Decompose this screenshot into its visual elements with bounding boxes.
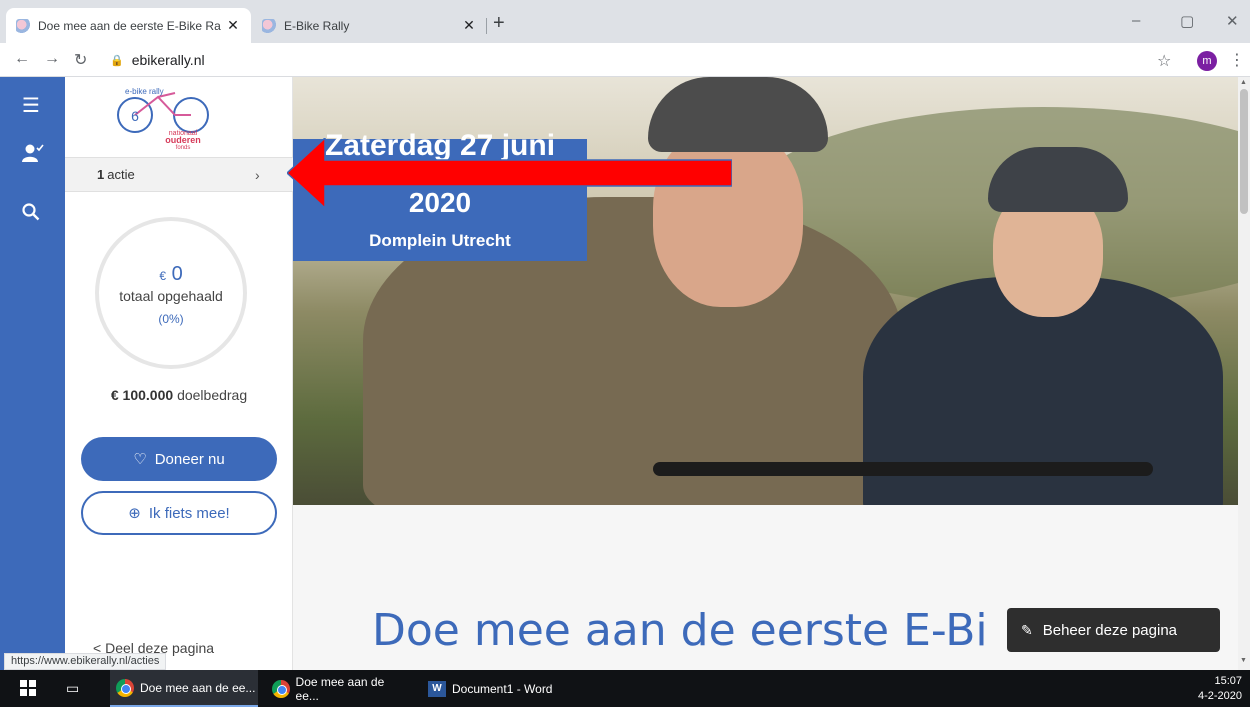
plus-circle-icon: ⊕: [128, 505, 141, 522]
donate-label: Doneer nu: [154, 450, 225, 468]
minimize-button[interactable]: –: [1132, 12, 1140, 29]
browser-tab-inactive[interactable]: E-Bike Rally ✕: [252, 8, 487, 43]
link-hover-status: https://www.ebikerally.nl/acties: [4, 653, 167, 670]
join-ride-button[interactable]: ⊕ Ik fiets mee!: [81, 491, 277, 535]
amount-percentage: (0%): [158, 312, 184, 326]
browser-tab-active[interactable]: Doe mee aan de eerste E-Bike Ra ✕: [6, 8, 251, 43]
tab-title: E-Bike Rally: [284, 18, 350, 33]
task-view-icon[interactable]: ▭: [66, 680, 79, 697]
taskbar-item-label: Doe mee aan de ee...: [295, 674, 385, 703]
tab-separator: [486, 18, 487, 34]
close-tab-icon[interactable]: ✕: [225, 17, 241, 34]
logo-wordmark: e-bike rally: [125, 87, 164, 96]
progress-ring: € 0 totaal opgehaald (0%): [95, 217, 247, 369]
taskbar-chrome-window-2[interactable]: Doe mee aan de ee...: [266, 670, 408, 707]
back-arrow-icon[interactable]: ←: [14, 50, 30, 68]
browser-toolbar: ← → ↻ 🔒 ebikerally.nl ☆ m ⋮: [0, 43, 1250, 77]
cyclist-woman-helmet: [988, 147, 1128, 212]
taskbar-chrome-window-1[interactable]: Doe mee aan de ee...: [110, 670, 258, 707]
restore-button[interactable]: ▢: [1180, 12, 1194, 30]
heart-icon: ♡: [133, 451, 147, 468]
taskbar-word-window[interactable]: W Document1 - Word: [422, 670, 572, 707]
page-scrollbar[interactable]: ▲ ▼: [1238, 77, 1250, 670]
taskbar-item-label: Document1 - Word: [452, 681, 553, 696]
red-arrow-annotation: [287, 138, 732, 208]
logo-text-ouderen: ouderen: [165, 135, 201, 145]
acties-link[interactable]: 1 actie ›: [65, 157, 293, 192]
scroll-up-icon[interactable]: ▲: [1240, 79, 1247, 86]
join-ride-label: Ik fiets mee!: [148, 504, 230, 522]
event-location: Domplein Utrecht: [369, 231, 511, 250]
word-icon: W: [428, 680, 446, 697]
new-tab-button[interactable]: +: [493, 13, 505, 33]
ebike-favicon-icon: [16, 18, 30, 33]
actie-count: 1: [97, 167, 105, 182]
page-headline: Doe mee aan de eerste E-Bi: [372, 605, 988, 656]
taskbar-item-label: Doe mee aan de ee...: [140, 680, 256, 695]
goal-amount: € 100.000 doelbedrag: [65, 387, 293, 403]
tab-title: Doe mee aan de eerste E-Bike Ra: [38, 18, 221, 33]
menu-icon[interactable]: ☰: [22, 93, 40, 118]
profile-avatar[interactable]: m: [1197, 51, 1217, 71]
manage-page-label: Beheer deze pagina: [1042, 621, 1178, 639]
bookmark-star-icon[interactable]: ☆: [1157, 51, 1171, 71]
user-check-icon[interactable]: [22, 143, 44, 169]
scrollbar-thumb[interactable]: [1240, 89, 1248, 214]
donate-button[interactable]: ♡ Doneer nu: [81, 437, 277, 481]
bike-handlebar: [653, 462, 1153, 476]
chrome-icon: [116, 678, 134, 697]
search-icon[interactable]: [22, 203, 40, 227]
logo-number: 6: [131, 108, 139, 124]
forward-arrow-icon[interactable]: →: [44, 50, 60, 68]
currency-symbol: €: [159, 269, 166, 283]
reload-icon[interactable]: ↻: [74, 50, 87, 70]
clock-date: 4-2-2020: [1197, 690, 1242, 702]
logo-text-fonds: fonds: [176, 145, 191, 149]
search-glyph: [22, 203, 40, 221]
left-nav-rail: ☰: [0, 77, 65, 670]
chrome-icon: [272, 679, 290, 698]
clock-time: 15:07: [1214, 675, 1242, 687]
pencil-icon: ✎: [1021, 621, 1033, 638]
address-bar[interactable]: 🔒 ebikerally.nl: [110, 47, 1150, 73]
close-window-button[interactable]: ✕: [1226, 12, 1239, 30]
ebike-favicon-icon: [262, 18, 276, 33]
amount-label: totaal opgehaald: [119, 288, 223, 304]
windows-start-icon[interactable]: [20, 680, 36, 701]
system-clock[interactable]: 15:07 4-2-2020: [1190, 674, 1242, 704]
windows-taskbar: ▭ Doe mee aan de ee... Doe mee aan de ee…: [0, 670, 1250, 707]
url-text: ebikerally.nl: [131, 52, 205, 68]
ebike-rally-logo: 6 e-bike rally nationaal ouderen fonds: [117, 87, 209, 149]
windows-logo-glyph: [20, 680, 36, 696]
web-page: ☰ 6 e-bike rally nationaal ouderen fonds: [0, 77, 1250, 670]
goal-label: doelbedrag: [177, 387, 248, 403]
chevron-right-icon: ›: [255, 166, 260, 183]
amount-value: 0: [171, 263, 183, 285]
browser-tab-strip: Doe mee aan de eerste E-Bike Ra ✕ E-Bike…: [0, 0, 1250, 43]
user-check-glyph: [22, 144, 44, 162]
close-tab-icon[interactable]: ✕: [461, 17, 477, 34]
actie-label: actie: [107, 167, 135, 182]
scroll-down-icon[interactable]: ▼: [1240, 657, 1247, 664]
lock-icon[interactable]: 🔒: [110, 54, 124, 67]
manage-page-button[interactable]: ✎ Beheer deze pagina: [1007, 608, 1220, 652]
browser-menu-icon[interactable]: ⋮: [1229, 50, 1245, 70]
amount-raised: € 0: [99, 263, 243, 286]
goal-value: € 100.000: [110, 387, 174, 403]
campaign-sidebar: 6 e-bike rally nationaal ouderen fonds 1…: [65, 77, 293, 670]
